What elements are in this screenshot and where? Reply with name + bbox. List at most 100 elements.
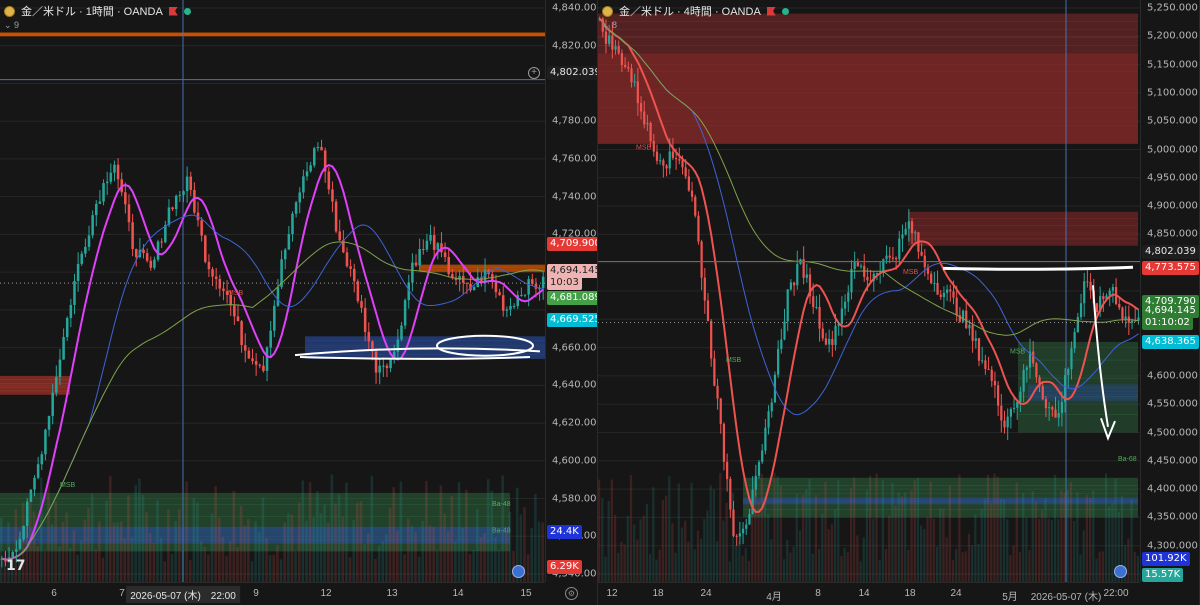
- volume-bar: [865, 489, 869, 582]
- price-tick-label: 4,780.000: [552, 115, 598, 127]
- volume-bar: [1012, 545, 1015, 582]
- globe-icon[interactable]: [512, 565, 525, 578]
- candle-body: [611, 35, 614, 50]
- candle-body: [901, 234, 904, 239]
- candle-body: [523, 294, 527, 296]
- symbol-header-4h[interactable]: 金／米ドル · 4時間 · OANDA: [602, 3, 789, 19]
- candle-body: [710, 320, 713, 359]
- volume-bar: [629, 475, 633, 582]
- volume-bar: [993, 473, 996, 582]
- volume-bar: [377, 545, 381, 582]
- candle-body: [910, 221, 914, 234]
- price-axis-4h[interactable]: 5,250.000 5,200.000 5,150.000 5,100.000 5,05…: [1140, 0, 1199, 582]
- volume-bar: [1028, 550, 1031, 582]
- price-plot-1h[interactable]: MSB MSB Ba-48 Ba-48: [0, 0, 545, 582]
- volume-bar: [604, 556, 607, 582]
- flag-icon[interactable]: [766, 6, 776, 16]
- candle-body: [174, 195, 178, 210]
- candle-body: [200, 220, 203, 236]
- candle-body: [608, 35, 611, 44]
- candle-body: [385, 365, 389, 369]
- time-axis-1h[interactable]: 2026-05-07 (木) 22:00 6 7 9 12 13 14 15: [0, 582, 545, 605]
- candle-body: [856, 262, 859, 267]
- candle-body: [952, 291, 955, 298]
- indicator-toggle[interactable]: ⌄ 9: [4, 20, 19, 31]
- volume-bar: [789, 552, 792, 582]
- price-plot-4h[interactable]: MSB MSB MSB MSB Ba-68: [598, 0, 1140, 582]
- candle-body: [501, 295, 505, 311]
- countdown-label: 01:10:02: [1142, 316, 1193, 330]
- candle-body: [269, 330, 272, 348]
- tradingview-logo-icon[interactable]: 17: [6, 558, 28, 574]
- candle-body: [193, 189, 196, 213]
- time-tick-label: 12: [320, 588, 332, 599]
- volume-bar: [674, 552, 677, 582]
- volume-bar: [693, 549, 696, 582]
- candle-body: [894, 257, 898, 260]
- indicator-toggle[interactable]: ⌄ 8: [602, 20, 617, 31]
- volume-bar: [703, 518, 706, 582]
- chart-pane-1h[interactable]: MSB MSB Ba-48 Ba-48 金／米ドル · 1時間 · OANDA ⌄ 9…: [0, 0, 598, 605]
- candle-body: [665, 165, 668, 169]
- volume-bar: [192, 498, 196, 582]
- volume-bar: [639, 519, 642, 582]
- volume-bar: [101, 557, 105, 582]
- volume-bar: [119, 521, 123, 582]
- volume-bar: [642, 515, 645, 582]
- volume-bar: [47, 475, 50, 582]
- price-tick-label: 4,600.000: [552, 455, 598, 467]
- volume-bar: [294, 551, 297, 582]
- candle-body: [939, 294, 942, 298]
- candle-body: [178, 194, 182, 196]
- volume-bar: [1006, 519, 1009, 582]
- price-tick-label: 5,250.000: [1147, 2, 1198, 14]
- candle-body: [102, 183, 105, 202]
- candle-body: [687, 176, 690, 191]
- candle-body: [276, 287, 280, 306]
- volume-bar: [43, 551, 47, 582]
- symbol-title: 金／米ドル · 1時間 · OANDA: [21, 6, 163, 18]
- candle-body: [655, 151, 659, 161]
- zone-label: MSB: [903, 269, 919, 276]
- chart-pane-4h[interactable]: MSB MSB MSB MSB Ba-68 金／米ドル · 4時間 · OANDA ⌄ …: [598, 0, 1200, 605]
- candle-body: [164, 224, 167, 243]
- candle-body: [182, 191, 185, 195]
- candle-body: [1048, 407, 1051, 409]
- volume-bar: [798, 530, 802, 582]
- volume-bar: [926, 516, 929, 582]
- globe-icon[interactable]: [1114, 565, 1127, 578]
- candle-body: [786, 289, 789, 322]
- time-tick-label: 12: [606, 588, 618, 599]
- candle-body: [783, 321, 786, 340]
- candle-body: [338, 231, 341, 241]
- candle-body: [853, 262, 856, 270]
- candle-body: [1095, 303, 1099, 312]
- volume-bar: [465, 489, 468, 582]
- volume-bar: [980, 508, 983, 582]
- volume-bar: [218, 517, 221, 582]
- candle-body: [1083, 281, 1086, 304]
- flag-icon[interactable]: [168, 6, 178, 16]
- volume-bar: [945, 537, 948, 582]
- candle-body: [1073, 332, 1076, 349]
- candle-body: [233, 305, 236, 317]
- volume-bar: [109, 476, 112, 582]
- volume-bar: [396, 531, 399, 582]
- candle-body: [436, 243, 440, 250]
- settings-gear-icon[interactable]: ⚙: [565, 587, 578, 600]
- time-axis-4h[interactable]: 12 18 24 4月 8 14 18 24 5月 2026-05-07 (木) 22:00: [598, 582, 1140, 605]
- add-alert-plus-icon[interactable]: +: [528, 67, 540, 79]
- candle-body: [1019, 391, 1022, 403]
- symbol-header-1h[interactable]: 金／米ドル · 1時間 · OANDA: [4, 3, 191, 19]
- candle-body: [993, 380, 997, 386]
- volume-bar: [1044, 498, 1047, 582]
- volume-bar: [341, 516, 345, 582]
- price-axis-1h[interactable]: 4,840.000 4,820.000 4,780.000 4,760.000 4,74…: [545, 0, 598, 582]
- price-tick-label: 5,150.000: [1147, 59, 1198, 71]
- candle-body: [378, 365, 381, 373]
- volume-bar: [964, 551, 967, 582]
- volume-bar: [243, 525, 246, 582]
- red-level-label: 4,773.575: [1142, 261, 1199, 275]
- candle-body: [273, 305, 276, 331]
- candle-body: [1041, 386, 1044, 400]
